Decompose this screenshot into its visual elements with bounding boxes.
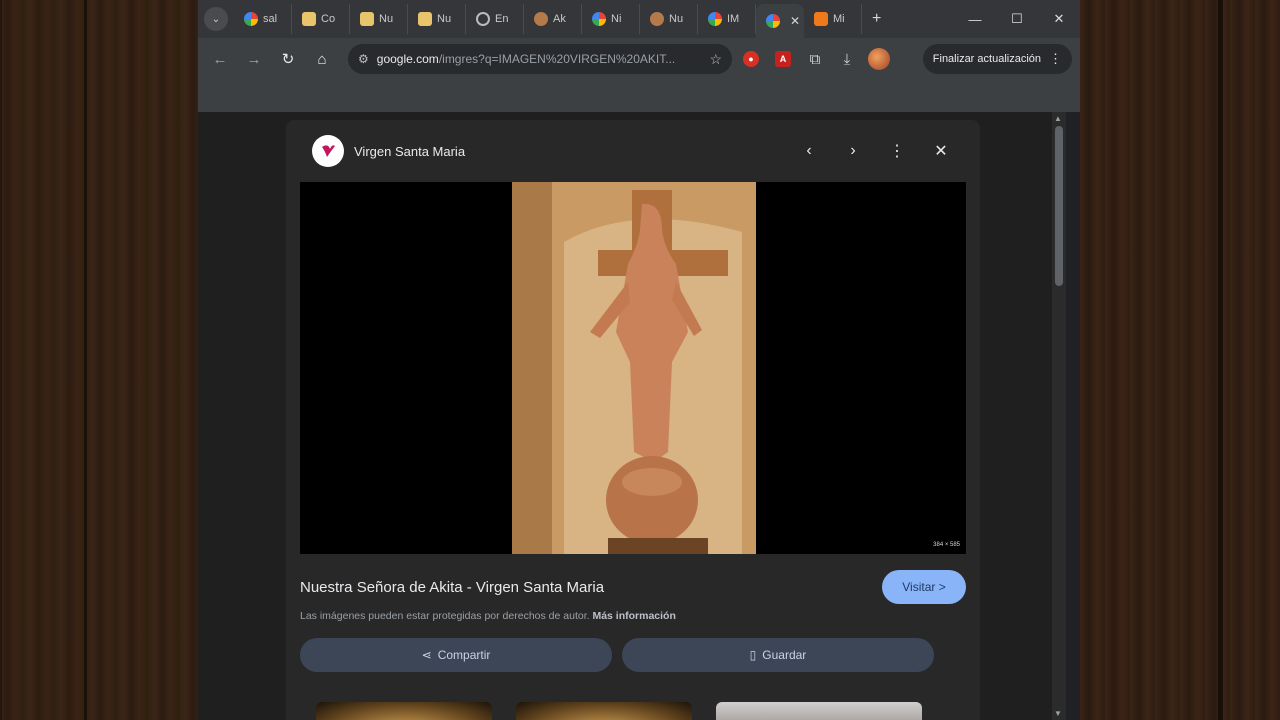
next-icon[interactable]: › [840, 138, 866, 164]
image-icon [650, 12, 664, 26]
browser-tab[interactable]: ✕ [756, 4, 804, 38]
google-icon [708, 12, 722, 26]
wood-background-right [1080, 0, 1280, 720]
document-icon [418, 12, 432, 26]
tab-label: Ak [553, 13, 566, 25]
extensions-puzzle-icon[interactable]: ⧉ [802, 46, 828, 72]
tab-label: Co [321, 13, 336, 25]
window-controls: — ☐ ✕ [954, 0, 1080, 38]
forward-icon[interactable]: → [240, 45, 268, 73]
menu-dots-icon[interactable]: ⋮ [1049, 51, 1062, 67]
visit-button[interactable]: Visitar > [882, 570, 966, 604]
more-info-link[interactable]: Más información [592, 610, 675, 622]
tab-label: IM [727, 13, 740, 25]
page-scrollbar[interactable]: ▲ ▼ [1052, 112, 1066, 720]
close-icon[interactable]: ✕ [928, 138, 954, 164]
tab-strip: ⌄ sal Co Nu Nu En Ak Ni Nu IM ✕ Mi + — ☐ ✕ [198, 0, 1080, 38]
save-button[interactable]: ▯ Guardar [622, 638, 934, 672]
browser-tab[interactable]: sal [234, 4, 292, 34]
update-label: Finalizar actualización [932, 53, 1041, 65]
document-icon [302, 12, 316, 26]
bookmark-icon: ▯ [749, 648, 757, 662]
related-image-thumb[interactable] [716, 702, 922, 720]
google-icon [766, 14, 780, 28]
tab-close-icon[interactable]: ✕ [790, 14, 800, 28]
document-icon [360, 12, 374, 26]
globe-icon [476, 12, 490, 26]
browser-tab[interactable]: Nu [408, 4, 466, 34]
download-icon[interactable]: ⤓ [834, 46, 860, 72]
tab-label: Ni [611, 13, 622, 25]
previous-icon[interactable]: ‹ [796, 138, 822, 164]
google-icon [244, 12, 258, 26]
close-window-icon[interactable]: ✕ [1038, 0, 1080, 38]
tab-label: Nu [379, 13, 394, 25]
image-icon [534, 12, 548, 26]
related-images [316, 702, 922, 720]
minimize-icon[interactable]: — [954, 0, 996, 38]
related-image-thumb[interactable] [516, 702, 692, 720]
site-logo-icon[interactable] [312, 135, 344, 167]
browser-tab[interactable]: Nu [350, 4, 408, 34]
image-title[interactable]: Nuestra Señora de Akita - Virgen Santa M… [300, 579, 604, 596]
more-options-icon[interactable]: ⋮ [884, 138, 910, 164]
copyright-notice: Las imágenes pueden estar protegidas por… [300, 610, 676, 622]
url-text: google.com/imgres?q=IMAGEN%20VIRGEN%20AK… [376, 52, 676, 66]
browser-tab[interactable]: En [466, 4, 524, 34]
google-icon [592, 12, 606, 26]
share-icon: ⋖ [421, 648, 432, 662]
address-bar[interactable]: ⚙ google.com/imgres?q=IMAGEN%20VIRGEN%20… [348, 44, 732, 74]
image-viewer[interactable]: 384 × 585 [300, 182, 966, 554]
profile-avatar[interactable] [866, 46, 892, 72]
browser-tab[interactable]: Ni [582, 4, 640, 34]
scroll-down-icon[interactable]: ▼ [1054, 709, 1062, 718]
new-tab-button[interactable]: + [872, 10, 881, 28]
tab-search-icon[interactable]: ⌄ [204, 7, 228, 31]
browser-tab[interactable]: Ak [524, 4, 582, 34]
home-icon[interactable]: ⌂ [308, 45, 336, 73]
maximize-icon[interactable]: ☐ [996, 0, 1038, 38]
tab-label: sal [263, 13, 278, 25]
site-name[interactable]: Virgen Santa Maria [354, 144, 465, 159]
browser-window: ⌄ sal Co Nu Nu En Ak Ni Nu IM ✕ Mi + — ☐ ✕ ← → ↻ ⌂… [198, 0, 1080, 720]
statue-image[interactable] [512, 182, 756, 554]
update-button[interactable]: Finalizar actualización ⋮ [922, 44, 1072, 74]
site-info-icon[interactable]: ⚙ [358, 52, 369, 66]
browser-tab[interactable]: Nu [640, 4, 698, 34]
image-preview-panel: Virgen Santa Maria ‹ › ⋮ ✕ 384 × 585 Nue… [286, 120, 980, 720]
reload-icon[interactable]: ↻ [274, 45, 302, 73]
browser-tab[interactable]: IM [698, 4, 756, 34]
tab-label: En [495, 13, 509, 25]
share-button[interactable]: ⋖ Compartir [300, 638, 612, 672]
panel-header: Virgen Santa Maria ‹ › ⋮ ✕ [286, 120, 980, 182]
tab-label: Nu [437, 13, 452, 25]
scroll-up-icon[interactable]: ▲ [1054, 114, 1062, 123]
browser-tab[interactable]: Co [292, 4, 350, 34]
blogger-icon [814, 12, 828, 26]
browser-toolbar: ← → ↻ ⌂ ⚙ google.com/imgres?q=IMAGEN%20V… [198, 38, 1080, 80]
related-image-thumb[interactable] [316, 702, 492, 720]
tab-label: Nu [669, 13, 684, 25]
browser-tab[interactable]: Mi [804, 4, 862, 34]
tab-label: Mi [833, 13, 845, 25]
scroll-thumb[interactable] [1055, 126, 1063, 286]
image-size-label: 384 × 585 [933, 542, 960, 548]
extension-red-icon[interactable]: ● [738, 46, 764, 72]
extension-pdf-icon[interactable]: A [770, 46, 796, 72]
page-content: Virgen Santa Maria ‹ › ⋮ ✕ 384 × 585 Nue… [198, 112, 1066, 720]
bookmark-star-icon[interactable]: ☆ [709, 51, 722, 68]
toolbar-spacer [198, 80, 1080, 112]
back-icon[interactable]: ← [206, 45, 234, 73]
